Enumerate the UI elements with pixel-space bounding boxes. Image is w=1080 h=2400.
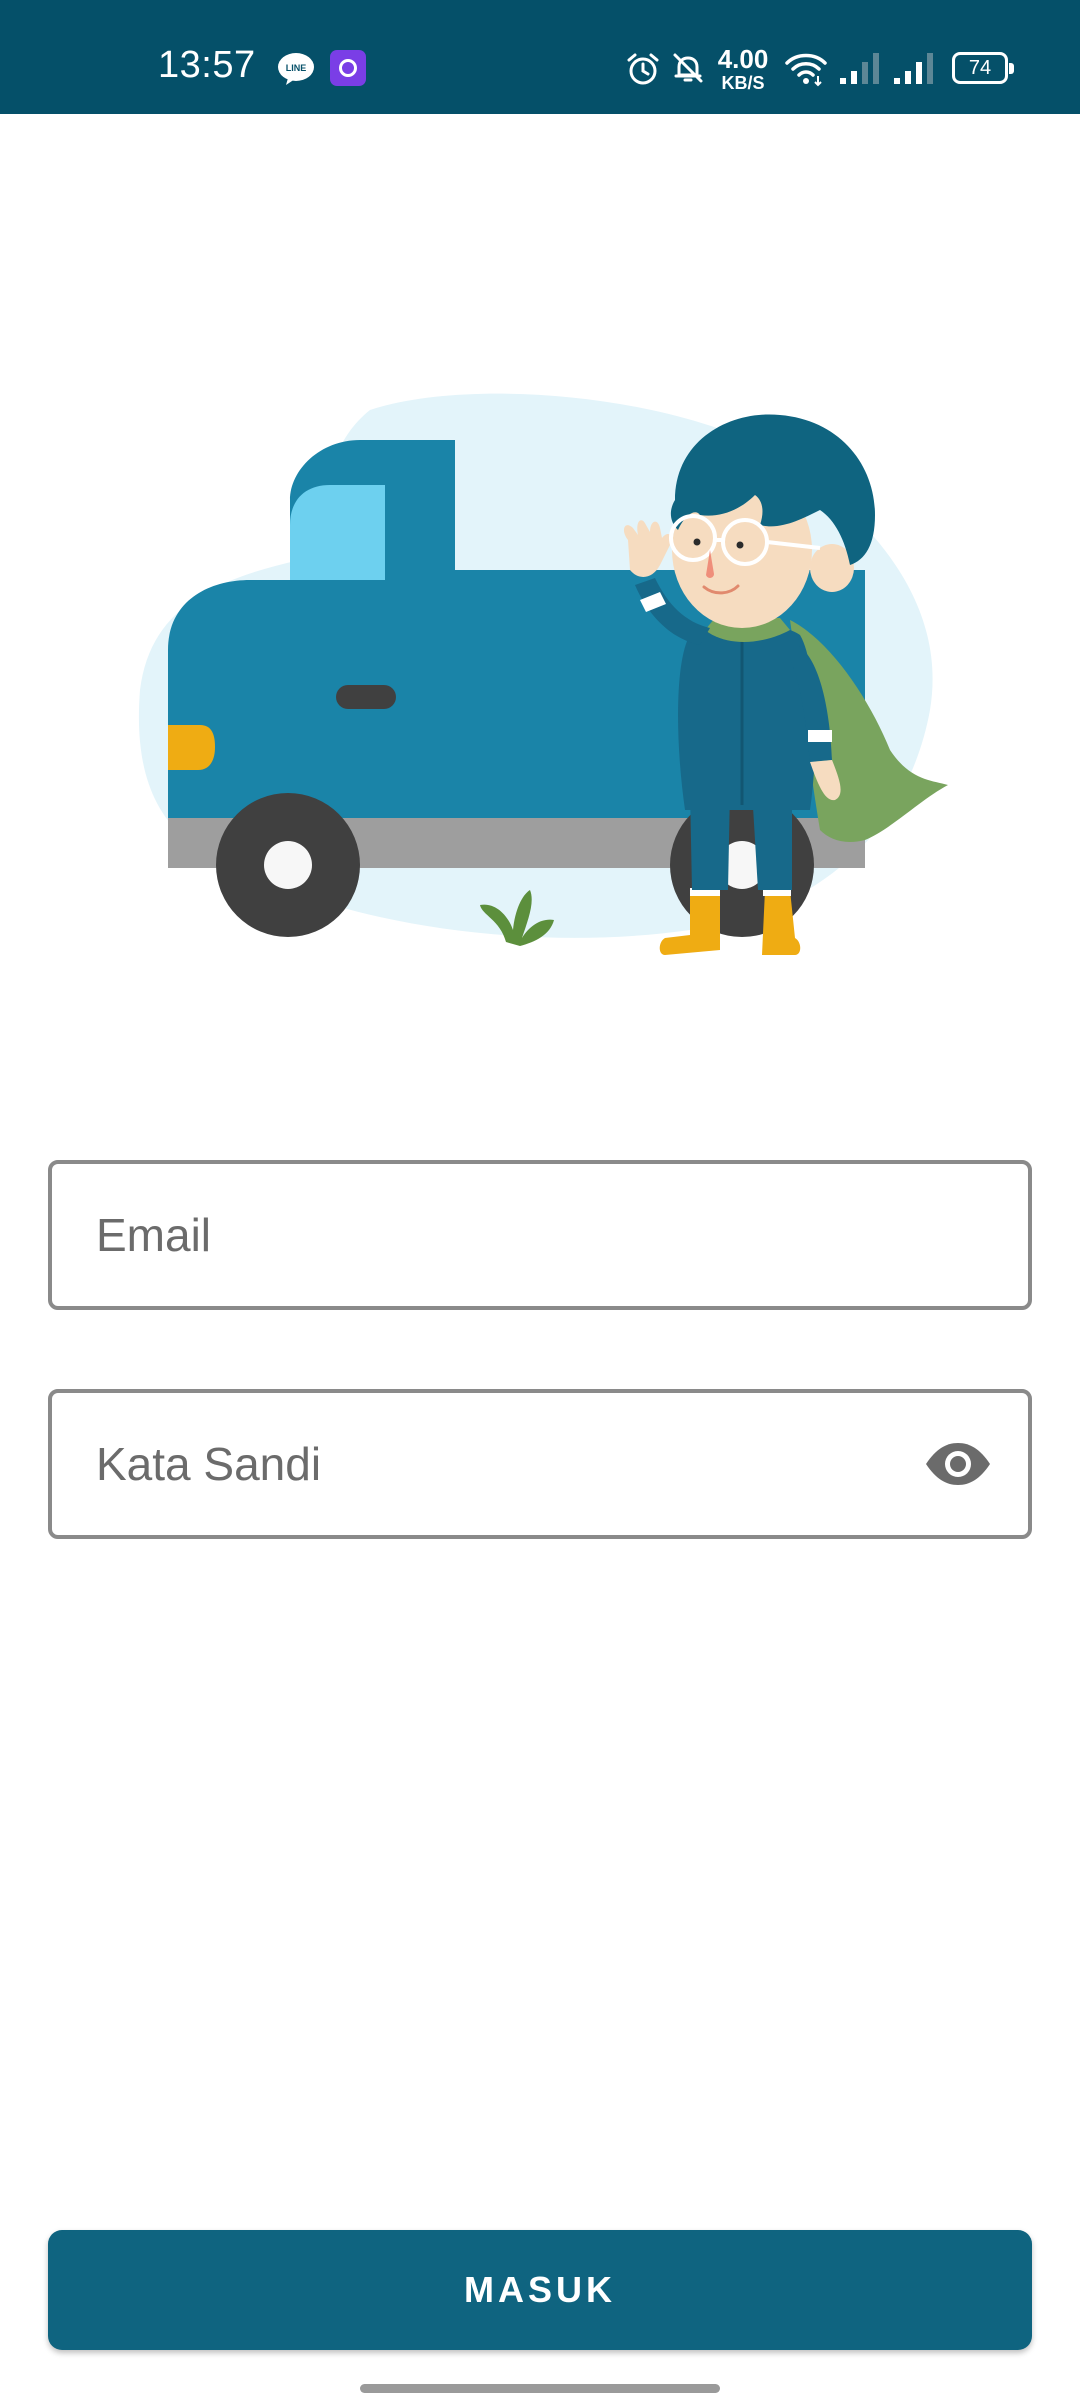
status-bar: 13:57 LINE 4.00 KB/S 74 [0, 0, 1080, 114]
delivery-truck-driver-illustration [138, 393, 948, 955]
password-input[interactable] [96, 1393, 916, 1535]
signal-icon [840, 53, 879, 84]
alarm-icon [627, 53, 659, 85]
password-field[interactable] [48, 1389, 1032, 1539]
network-speed-value: 4.00 [717, 44, 769, 74]
status-time: 13:57 [158, 44, 256, 86]
signal-icon [894, 53, 933, 84]
svg-text:LINE: LINE [286, 63, 307, 73]
line-icon: LINE [278, 53, 314, 85]
network-speed: 4.00 KB/S [712, 46, 774, 92]
battery-icon: 74 [952, 52, 1014, 84]
login-screen: 13:57 LINE 4.00 KB/S 74 Email MASUK [0, 0, 1080, 2400]
login-button[interactable]: MASUK [48, 2230, 1032, 2350]
eye-icon[interactable] [924, 1441, 992, 1487]
gesture-navigation-bar[interactable] [360, 2384, 720, 2393]
email-field[interactable] [48, 1160, 1032, 1310]
email-input[interactable] [96, 1164, 916, 1306]
mute-icon [673, 53, 703, 83]
wifi-icon [785, 53, 827, 87]
app-notification-icon [330, 50, 366, 86]
network-speed-unit: KB/S [721, 73, 765, 93]
